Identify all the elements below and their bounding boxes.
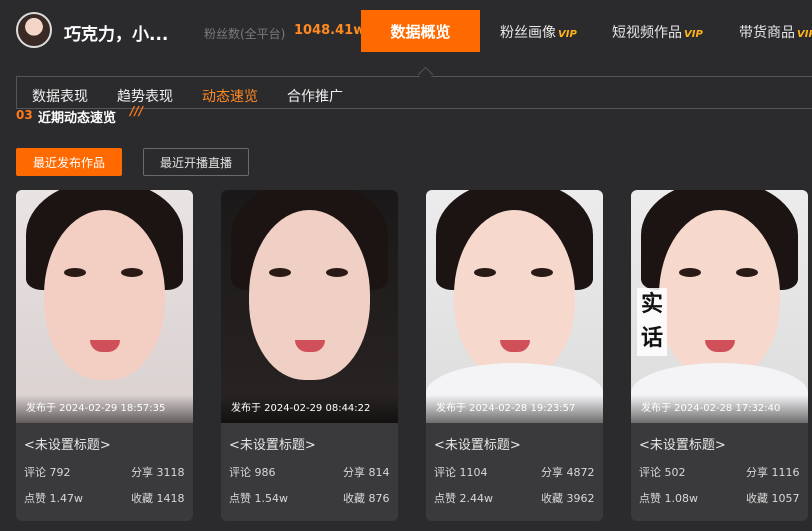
section-number: 03 — [16, 108, 33, 122]
tab-products[interactable]: 带货商品VIP — [739, 22, 812, 42]
video-title: <未设置标题> — [24, 438, 111, 453]
video-card[interactable]: 发布于 2024-02-28 19:23:57 <未设置标题> 评论 1104 … — [426, 190, 603, 521]
section-title: 近期动态速览 — [38, 111, 117, 126]
video-thumbnail[interactable]: 发布于 2024-02-29 08:44:22 — [221, 190, 398, 423]
share-count: 分享 4872 — [541, 466, 595, 479]
subtab-trend-performance[interactable]: 趋势表现 — [117, 86, 173, 106]
publish-date: 发布于 2024-02-28 17:32:40 — [631, 395, 808, 423]
tab-label: 短视频作品 — [612, 25, 682, 41]
tab-label: 带货商品 — [739, 25, 795, 41]
video-title: <未设置标题> — [639, 438, 726, 453]
favorite-count: 收藏 3962 — [541, 492, 595, 505]
like-count: 点赞 1.47w — [24, 492, 83, 505]
favorite-count: 收藏 1418 — [131, 492, 185, 505]
video-title: <未设置标题> — [434, 438, 521, 453]
subtab-cooperation[interactable]: 合作推广 — [287, 86, 343, 106]
video-thumbnail[interactable]: 实话 发布于 2024-02-28 17:32:40 — [631, 190, 808, 423]
video-thumbnail[interactable]: 发布于 2024-02-29 18:57:35 — [16, 190, 193, 423]
publish-date: 发布于 2024-02-29 18:57:35 — [16, 395, 193, 423]
share-count: 分享 814 — [343, 466, 390, 479]
recent-live-button[interactable]: 最近开播直播 — [143, 148, 249, 176]
avatar[interactable] — [16, 12, 52, 48]
section-decoration: /// — [130, 104, 144, 118]
publish-date: 发布于 2024-02-28 19:23:57 — [426, 395, 603, 423]
tab-short-video-works[interactable]: 短视频作品 VIP — [612, 22, 703, 42]
like-count: 点赞 1.54w — [229, 492, 288, 505]
tab-label: 粉丝画像 — [500, 25, 556, 41]
video-title: <未设置标题> — [229, 438, 316, 453]
favorite-count: 收藏 876 — [343, 492, 390, 505]
comment-count: 评论 986 — [229, 466, 276, 479]
comment-count: 评论 1104 — [434, 466, 488, 479]
vip-badge: VIP — [797, 29, 812, 40]
vip-badge: VIP — [684, 29, 703, 40]
video-card[interactable]: 实话 发布于 2024-02-28 17:32:40 <未设置标题> 评论 50… — [631, 190, 808, 521]
subtab-data-performance[interactable]: 数据表现 — [32, 86, 88, 106]
video-thumbnail[interactable]: 发布于 2024-02-28 19:23:57 — [426, 190, 603, 423]
publish-date: 发布于 2024-02-29 08:44:22 — [221, 395, 398, 423]
share-count: 分享 1116 — [746, 466, 800, 479]
fans-count-value: 1048.41w — [294, 23, 366, 38]
subtab-dynamic-overview[interactable]: 动态速览 — [202, 86, 258, 106]
tab-data-overview[interactable]: 数据概览 — [361, 10, 480, 52]
comment-count: 评论 792 — [24, 466, 71, 479]
thumbnail-overlay-text: 实话 — [637, 288, 667, 356]
tab-label: 数据概览 — [390, 22, 451, 41]
comment-count: 评论 502 — [639, 466, 686, 479]
fans-count-label: 粉丝数(全平台) — [204, 27, 286, 41]
like-count: 点赞 1.08w — [639, 492, 698, 505]
vip-badge: VIP — [558, 29, 577, 40]
video-card[interactable]: 发布于 2024-02-29 18:57:35 <未设置标题> 评论 792 分… — [16, 190, 193, 521]
recent-works-button[interactable]: 最近发布作品 — [16, 148, 122, 176]
account-name: 巧克力，小... — [64, 25, 169, 45]
favorite-count: 收藏 1057 — [746, 492, 800, 505]
like-count: 点赞 2.44w — [434, 492, 493, 505]
video-card[interactable]: 发布于 2024-02-29 08:44:22 <未设置标题> 评论 986 分… — [221, 190, 398, 521]
tab-fan-profile[interactable]: 粉丝画像 VIP — [500, 22, 577, 42]
share-count: 分享 3118 — [131, 466, 185, 479]
